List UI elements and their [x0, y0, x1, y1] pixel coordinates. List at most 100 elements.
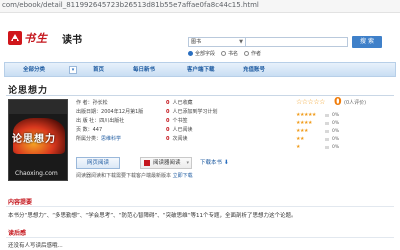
rating-percent: 0%	[332, 112, 340, 118]
download-label: 下载本书	[200, 160, 223, 166]
intro-heading: 内容提要	[8, 199, 33, 206]
stat-row: 0 人已阅读	[166, 126, 246, 135]
chevron-down-icon: ▾	[186, 160, 189, 166]
main-nav: 全部分类 ▾ 首页 每日新书 客户端下载 充值账号	[4, 62, 396, 77]
cover-title: 论思想力	[12, 134, 56, 145]
rating-breakdown: ★★★★★ 0% ★★★★ 0% ★★★ 0% ★★ 0% ★ 0%	[296, 111, 339, 151]
url-text: com/ebook/detail_811992645723b26513d81b5…	[2, 1, 259, 9]
meta-row-category: 所属分类：思维科学	[76, 135, 164, 144]
stat-label: 个书签	[172, 118, 188, 124]
download-now-link[interactable]: 立即下载	[173, 173, 193, 179]
stat-row: 0 次阅读	[166, 135, 246, 144]
meta-row-author: 作 者：孙长松	[76, 99, 164, 108]
chevron-down-icon: ▼	[239, 39, 243, 45]
rating-bar	[325, 113, 329, 117]
star-icon: ★★★	[296, 128, 308, 134]
rating-bar	[325, 121, 329, 125]
category-label: 全部分类	[23, 67, 46, 73]
meta-label: 出 版 社：	[76, 118, 100, 124]
web-read-button[interactable]: 网页阅读	[76, 157, 120, 169]
category-dropdown[interactable]: 全部分类 ▾	[9, 65, 77, 75]
meta-row-date: 出版日期：2004年12月第1版	[76, 108, 164, 117]
rating-percent: 0%	[332, 136, 340, 142]
product-name: 读书	[62, 35, 82, 46]
search-type-value: 图书	[191, 39, 202, 45]
cover-watermark: Chaoxing.com	[15, 170, 58, 177]
divider	[6, 237, 394, 238]
meta-value: 2004年12月第1版	[101, 109, 144, 115]
star-icon: ★★★★	[296, 120, 312, 126]
meta-value: 447	[92, 127, 103, 133]
scope-radio-title[interactable]: 书名	[221, 50, 238, 57]
category-link[interactable]: 思维科学	[101, 136, 121, 142]
stat-row: 0 人已添加到学习计划	[166, 108, 246, 117]
meta-value: 四川出版社	[99, 118, 125, 124]
stat-count: 0	[166, 136, 170, 142]
divider	[6, 206, 394, 207]
logo-text: 书生	[24, 32, 48, 45]
meta-row-pages: 页 数：447	[76, 126, 164, 135]
search-button[interactable]: 搜 索	[352, 36, 382, 48]
rating-bar	[325, 137, 329, 141]
rating-percent: 0%	[332, 120, 340, 126]
nav-item-home[interactable]: 首页	[93, 65, 104, 75]
rating-percent: 0%	[332, 128, 340, 134]
star-icon: ★★★★★	[296, 112, 316, 118]
rating-bar	[325, 129, 329, 133]
download-arrow-icon: ⬇	[223, 159, 229, 166]
search-type-select[interactable]: 图书 ▼	[188, 37, 246, 47]
star-rating-icon[interactable]: ☆☆☆☆☆	[296, 98, 325, 106]
cover-band	[9, 100, 67, 114]
intro-text: 本书分“思想力”、“多思勤想”、“学会思考”、“防范心智障碍”、“突破思维“等1…	[8, 213, 297, 219]
reader-read-button[interactable]: 阅读器阅读 ▾	[140, 157, 192, 169]
nav-item-recharge[interactable]: 充值账号	[243, 65, 265, 75]
stat-row: 0 人已收藏	[166, 99, 246, 108]
radio-dot-icon	[221, 51, 227, 56]
stat-label: 人已收藏	[172, 100, 193, 106]
logo-icon[interactable]	[8, 31, 22, 45]
reader-read-label: 阅读器阅读	[153, 160, 181, 166]
nav-item-new-books[interactable]: 每日新书	[133, 65, 155, 75]
search-scope-group: 全部字段 书名 作者	[188, 50, 261, 57]
nav-item-client-download[interactable]: 客户端下载	[187, 65, 215, 75]
reader-icon	[144, 160, 150, 166]
meta-label: 页 数：	[76, 127, 93, 133]
book-cover[interactable]: 论思想力 Chaoxing.com	[8, 99, 68, 181]
reader-review-text: 还没有人写读后感哦...	[8, 243, 63, 249]
rating-row: ★★★ 0%	[296, 127, 339, 135]
meta-label: 所属分类：	[76, 136, 102, 142]
rating-bar	[325, 145, 329, 149]
stat-row: 0 个书签	[166, 117, 246, 126]
scope-radio-author[interactable]: 作者	[244, 50, 261, 57]
stat-label: 人已阅读	[172, 127, 193, 133]
stat-count: 0	[166, 127, 170, 133]
stat-label: 次阅读	[172, 136, 188, 142]
stat-count: 0	[166, 100, 170, 106]
scope-label: 作者	[251, 51, 262, 57]
rating-count: (0人评价)	[344, 100, 367, 106]
rating-row: ★★★★★ 0%	[296, 111, 339, 119]
client-hint: 阅读器阅读和下载需要下载客户端最新版本 立即下载	[76, 172, 193, 179]
meta-row-publisher: 出 版 社：四川出版社	[76, 117, 164, 126]
book-stats: 0 人已收藏 0 人已添加到学习计划 0 个书签 0 人已阅读 0 次阅读	[166, 99, 246, 144]
reader-review-heading: 读后感	[8, 230, 27, 237]
scope-radio-all[interactable]: 全部字段	[188, 50, 215, 57]
download-book-button[interactable]: 下载本书 ⬇	[200, 157, 229, 169]
radio-dot-icon	[188, 51, 193, 56]
scope-label: 书名	[228, 51, 239, 57]
rating-percent: 0%	[332, 144, 340, 150]
rating-row: ★★★★ 0%	[296, 119, 339, 127]
star-icon: ★★	[296, 136, 304, 142]
search-input[interactable]	[246, 37, 348, 47]
chevron-down-icon: ▾	[69, 66, 77, 74]
rating-row: ★ 0%	[296, 143, 339, 151]
stat-label: 人已添加到学习计划	[172, 109, 218, 115]
star-icon: ★	[296, 144, 300, 150]
hint-text: 阅读器阅读和下载需要下载客户端最新版本	[76, 173, 172, 179]
browser-url-bar[interactable]: com/ebook/detail_811992645723b26513d81b5…	[0, 0, 400, 13]
stat-count: 0	[166, 118, 170, 124]
stat-count: 0	[166, 109, 170, 115]
rating-row: ★★ 0%	[296, 135, 339, 143]
rating-score: 0	[334, 95, 342, 108]
meta-label: 出版日期：	[76, 109, 102, 115]
